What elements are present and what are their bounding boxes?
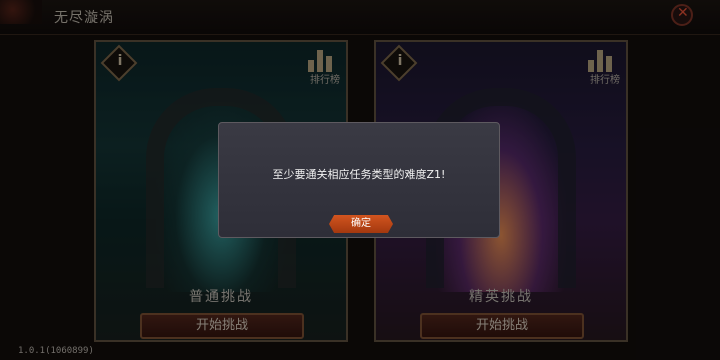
dialog-message: 至少要通关相应任务类型的难度Z1! xyxy=(272,168,446,181)
alert-dialog: 至少要通关相应任务类型的难度Z1! 确定 xyxy=(218,122,500,238)
confirm-button[interactable]: 确定 xyxy=(329,215,393,233)
